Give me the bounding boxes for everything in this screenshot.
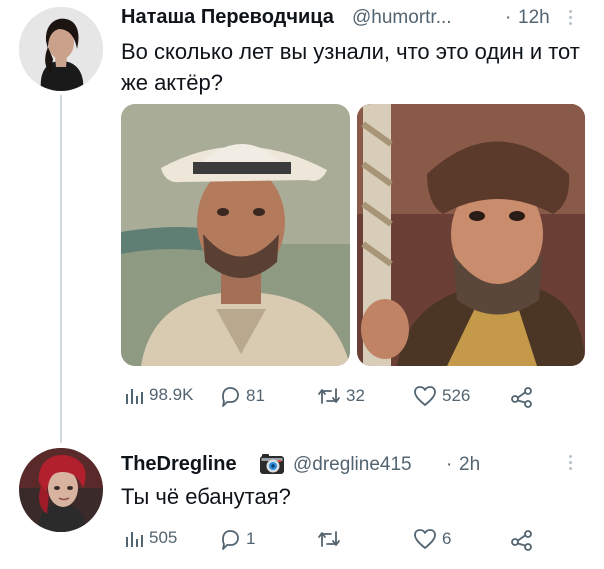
reply-count: 1 <box>246 529 256 548</box>
reply-button[interactable]: 1 <box>219 528 255 550</box>
views-button[interactable]: 98.9K <box>124 385 193 405</box>
retweet-button[interactable] <box>317 528 346 550</box>
retweet-icon <box>318 388 340 404</box>
reply-button[interactable]: 81 <box>219 385 265 407</box>
reply-count: 81 <box>246 386 265 405</box>
tweet-text: Ты чё ебанутая? <box>121 484 291 509</box>
author-handle[interactable]: @humortr... <box>352 7 452 29</box>
views-icon <box>126 532 143 547</box>
more-options-icon[interactable] <box>567 455 573 473</box>
meta-separator: · <box>505 7 512 28</box>
like-count: 6 <box>442 529 452 548</box>
camera-icon <box>259 452 285 481</box>
share-icon <box>511 387 532 408</box>
tweet-time[interactable]: 2h <box>459 454 480 476</box>
tweet-media-left[interactable] <box>121 104 350 366</box>
thread-line <box>60 95 62 443</box>
like-button[interactable]: 6 <box>413 528 451 550</box>
tweet-text: Во сколько лет вы узнали, что это один и… <box>121 39 580 95</box>
tweet-time[interactable]: 12h <box>518 7 550 29</box>
author-handle[interactable]: @dregline415 <box>293 454 412 476</box>
views-icon <box>126 389 143 404</box>
photo-man-in-fur-hat <box>357 104 585 366</box>
avatar[interactable] <box>19 7 103 91</box>
heart-icon <box>414 386 436 406</box>
views-count: 98.9K <box>149 385 194 404</box>
heart-icon <box>414 529 436 549</box>
share-button[interactable] <box>511 386 533 408</box>
views-count: 505 <box>149 528 178 547</box>
reply-icon <box>222 387 239 407</box>
views-button[interactable]: 505 <box>124 528 177 548</box>
retweet-button[interactable]: 32 <box>317 385 365 407</box>
retweet-icon <box>318 531 340 547</box>
more-options-icon[interactable] <box>567 10 573 28</box>
photo-man-in-hat <box>121 104 350 366</box>
reply-icon <box>222 530 239 550</box>
author-name[interactable]: Наташа Переводчица <box>121 6 334 29</box>
avatar-photo <box>19 448 103 532</box>
share-button[interactable] <box>511 529 533 551</box>
author-name[interactable]: TheDregline <box>121 453 237 476</box>
retweet-count: 32 <box>346 386 365 405</box>
like-button[interactable]: 526 <box>413 385 470 407</box>
avatar-photo <box>19 7 103 91</box>
avatar[interactable] <box>19 448 103 532</box>
share-icon <box>511 530 532 551</box>
like-count: 526 <box>442 386 471 405</box>
meta-separator: · <box>446 454 453 475</box>
tweet-media-right[interactable] <box>357 104 585 366</box>
